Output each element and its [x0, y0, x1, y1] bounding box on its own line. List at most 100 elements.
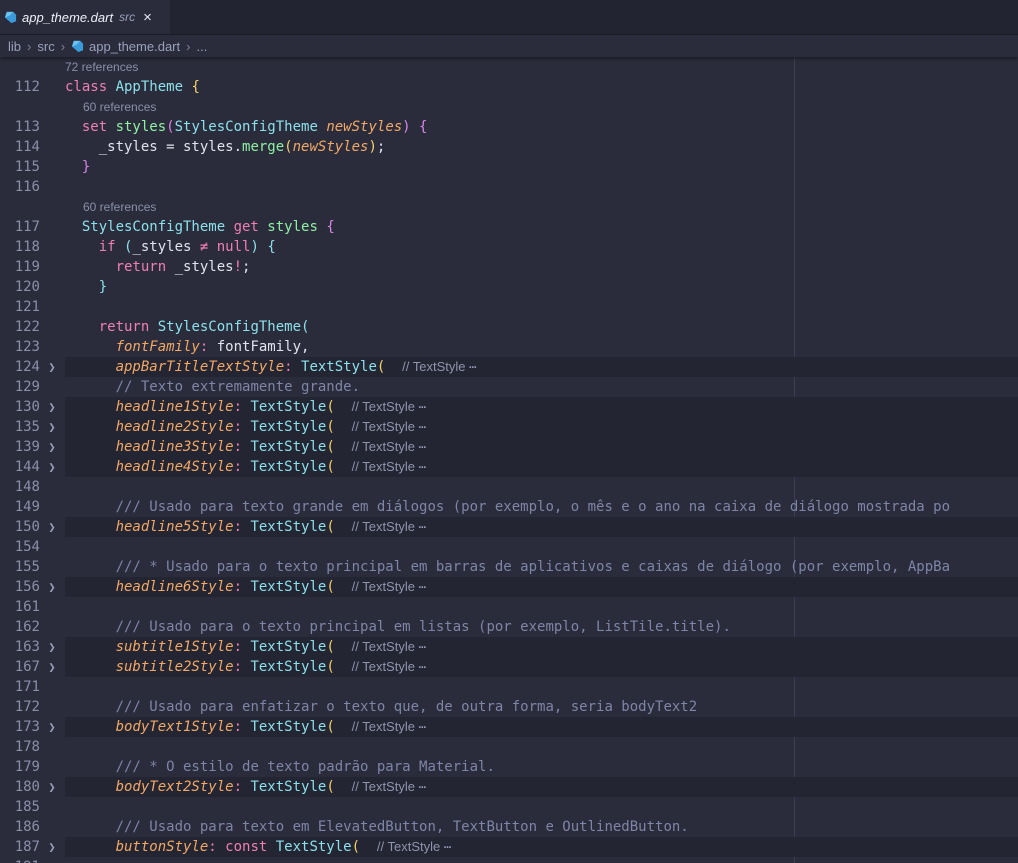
code-text: /// Usado para texto em ElevatedButton, … [65, 817, 1018, 837]
chevron-right-icon[interactable]: ❯ [46, 777, 58, 797]
line-number: 154 [14, 539, 40, 555]
code-text: subtitle1Style: TextStyle( // TextStyle … [65, 637, 1018, 657]
code-token: TextStyle [250, 719, 327, 735]
code-token: : [233, 719, 251, 735]
code-token: get [233, 219, 268, 235]
code-token: ≠ [199, 239, 217, 255]
chevron-right-icon[interactable]: ❯ [46, 437, 58, 457]
close-icon[interactable]: × [143, 9, 152, 26]
line-number: 114 [14, 139, 40, 155]
line-number: 115 [14, 159, 40, 175]
code-text: subtitle2Style: TextStyle( // TextStyle … [65, 657, 1018, 677]
code-line: 122 return StylesConfigTheme( [0, 317, 1018, 337]
code-token: AppTheme [115, 79, 192, 95]
codelens-label[interactable]: 72 references [65, 57, 1018, 77]
chevron-right-icon[interactable]: ❯ [46, 637, 58, 657]
breadcrumb-item-file[interactable]: app_theme.dart [89, 39, 180, 54]
code-line: 178 [0, 737, 1018, 757]
code-text: /// * O estilo de texto padrão para Mate… [65, 757, 1018, 777]
code-token: // TextStyle [351, 439, 419, 454]
codelens-references: 60 references [0, 97, 1018, 117]
tab-filename: app_theme.dart [22, 9, 114, 25]
codelens-label[interactable]: 60 references [65, 197, 1018, 217]
chevron-right-icon[interactable]: ❯ [46, 837, 58, 857]
codelens-label[interactable]: 60 references [65, 97, 1018, 117]
code-text: bodyText1Style: TextStyle( // TextStyle … [65, 717, 1018, 737]
chevron-right-icon[interactable]: ❯ [46, 457, 58, 477]
code-line: 171 [0, 677, 1018, 697]
code-token: newStyles [326, 119, 403, 135]
chevron-right-icon[interactable]: ❯ [46, 397, 58, 417]
code-token: TextStyle [250, 779, 327, 795]
line-number: 124 [14, 359, 40, 375]
code-token: ( [326, 419, 335, 435]
line-number: 172 [14, 699, 40, 715]
code-token: } [98, 279, 108, 295]
chevron-right-icon[interactable]: ❯ [46, 517, 58, 537]
code-token: headline6Style [115, 579, 234, 595]
chevron-right-icon[interactable]: ❯ [46, 657, 58, 677]
line-number: 149 [14, 499, 40, 515]
chevron-right-icon[interactable]: ❯ [46, 417, 58, 437]
breadcrumb-item-lib[interactable]: lib [8, 39, 21, 54]
code-token: ( [326, 439, 335, 455]
code-token: ( [301, 319, 310, 335]
code-token: null [216, 239, 251, 255]
line-number: 191 [0, 857, 40, 863]
code-editor[interactable]: 72 references 112 class AppTheme {60 refer… [0, 57, 1018, 863]
code-line: 112 class AppTheme { [0, 77, 1018, 97]
code-text: StylesConfigTheme get styles { [65, 217, 1018, 237]
code-token: ( [326, 659, 335, 675]
line-number: 156 [14, 579, 40, 595]
chevron-right-icon[interactable]: ❯ [46, 717, 58, 737]
code-token: headline1Style [115, 399, 234, 415]
line-number: 112 [14, 79, 40, 95]
code-token: ; [376, 139, 386, 155]
code-token: TextStyle [275, 839, 352, 855]
tab-app-theme[interactable]: app_theme.dart src × [0, 0, 170, 34]
code-token: : [233, 659, 251, 675]
code-token: class [65, 79, 116, 95]
code-token: /// Usado para texto em ElevatedButton, … [115, 819, 689, 835]
chevron-right-icon[interactable]: ❯ [46, 577, 58, 597]
line-number: 144 [14, 459, 40, 475]
code-text: bodyText2Style: TextStyle( // TextStyle … [65, 777, 1018, 797]
code-token: ; [242, 259, 251, 275]
code-token: TextStyle [250, 399, 327, 415]
line-number: 120 [14, 279, 40, 295]
code-line: 118 if (_styles ≠ null) { [0, 237, 1018, 257]
code-token: styles [115, 119, 167, 135]
dart-icon [4, 11, 17, 23]
chevron-right-icon[interactable]: ❯ [46, 357, 58, 377]
code-line: 155 /// * Usado para o texto principal e… [0, 557, 1018, 577]
line-number: 117 [14, 219, 40, 235]
code-text: return _styles!; [65, 257, 1018, 277]
breadcrumb-item-symbol[interactable]: ... [196, 39, 207, 54]
code-line: 161 [0, 597, 1018, 617]
code-text: /// Usado para texto grande em diálogos … [65, 497, 1018, 517]
tab-folder: src [119, 10, 136, 24]
breadcrumb-item-src[interactable]: src [37, 39, 54, 54]
code-token: : [233, 439, 251, 455]
line-number: 167 [14, 659, 40, 675]
line-number: 118 [14, 239, 40, 255]
codelens-references: 72 references [0, 57, 1018, 77]
code-text: /// Usado para o texto principal em list… [65, 617, 1018, 637]
code-text: /// * Usado para o texto principal em ba… [65, 557, 1018, 577]
code-line: 114 _styles = styles.merge(newStyles); [0, 137, 1018, 157]
